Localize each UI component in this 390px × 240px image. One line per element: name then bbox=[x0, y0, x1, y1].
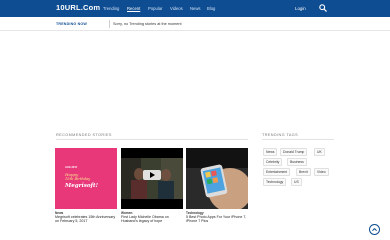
trending-tags-title: TRENDING TAGS bbox=[262, 133, 299, 137]
nav-recent[interactable]: Recent bbox=[127, 6, 140, 11]
tag-us[interactable]: US bbox=[291, 178, 302, 186]
site-logo[interactable]: 10URL.Com bbox=[56, 3, 100, 12]
tag-technology[interactable]: Technology bbox=[263, 178, 287, 186]
tag-celebrity[interactable]: Celebrity bbox=[263, 158, 283, 166]
nav-trending[interactable]: Trending bbox=[103, 6, 119, 11]
trending-tags-divider bbox=[262, 139, 334, 140]
story-title[interactable]: Megrisoft celebrates 15th Anniversary on… bbox=[55, 215, 117, 224]
chevron-up-icon bbox=[372, 228, 377, 231]
story-image-photo-apps[interactable] bbox=[186, 148, 248, 209]
tag-uk[interactable]: UK bbox=[314, 148, 325, 156]
tag-video[interactable]: Video bbox=[314, 168, 329, 176]
tag-brexit[interactable]: Brexit bbox=[296, 168, 311, 176]
phone-photo-graphic bbox=[186, 148, 248, 209]
trending-divider bbox=[109, 20, 110, 28]
tag-news[interactable]: News bbox=[263, 148, 278, 156]
tag-donald-trump[interactable]: Donald Trump bbox=[280, 148, 308, 156]
scroll-to-top-button[interactable] bbox=[369, 224, 380, 235]
login-link[interactable]: Login bbox=[295, 6, 306, 11]
trending-now-label: TRENDING NOW bbox=[56, 22, 87, 26]
story-title[interactable]: 5 Best Photo Apps For Your iPhone 7, iPh… bbox=[186, 215, 248, 224]
trending-message: Sorry, no Trending stories at the moment bbox=[113, 22, 182, 26]
search-icon[interactable] bbox=[319, 4, 327, 12]
recommended-divider bbox=[56, 139, 248, 140]
nav-videos[interactable]: Videos bbox=[170, 6, 183, 11]
nav-blog[interactable]: Blog bbox=[207, 6, 215, 11]
nav-popular[interactable]: Popular bbox=[148, 6, 162, 11]
image-text-date: AUG 2017 bbox=[65, 166, 78, 169]
nav-news[interactable]: News bbox=[190, 6, 200, 11]
tag-business[interactable]: Business bbox=[287, 158, 307, 166]
story-image-michelle[interactable] bbox=[121, 148, 183, 209]
story-image-anniversary[interactable]: AUG 2017 Happy 15th Birthday Megrisoft! bbox=[55, 148, 117, 209]
image-text-birthday: 15th Birthday bbox=[65, 177, 91, 181]
image-text-megrisoft: Megrisoft! bbox=[65, 183, 99, 189]
recommended-stories-title: RECOMMENDED STORIES bbox=[56, 133, 112, 137]
video-thumbnail-graphic bbox=[121, 148, 183, 209]
story-title[interactable]: First Lady Michelle Obama on Husband's l… bbox=[121, 215, 183, 224]
tag-entertainment[interactable]: Entertainment bbox=[263, 168, 291, 176]
